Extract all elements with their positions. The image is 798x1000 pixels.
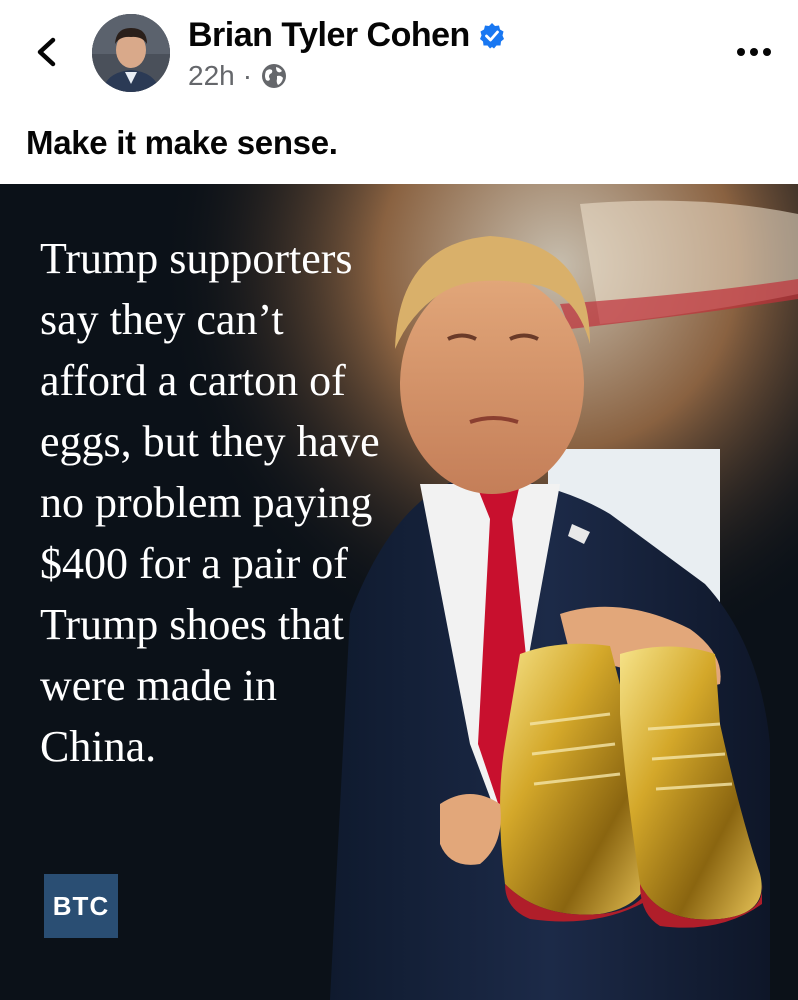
post-header: Brian Tyler Cohen 22h · <box>0 0 798 110</box>
post-meta: 22h · <box>188 60 288 92</box>
post-timestamp[interactable]: 22h <box>188 60 235 92</box>
more-options-button[interactable] <box>732 34 776 70</box>
avatar[interactable] <box>92 14 170 92</box>
verified-badge-icon <box>479 22 504 48</box>
author-name[interactable]: Brian Tyler Cohen <box>188 16 470 55</box>
more-horizontal-icon <box>737 48 771 56</box>
author-row: Brian Tyler Cohen <box>188 16 506 55</box>
btc-logo: BTC <box>44 874 118 938</box>
image-overlay-text: Trump supporters say they can’t afford a… <box>40 234 380 771</box>
meta-separator: · <box>242 60 253 91</box>
post-image[interactable]: Trump supporters say they can’t afford a… <box>0 184 798 1000</box>
post-caption: Make it make sense. <box>26 124 338 161</box>
back-button[interactable] <box>28 34 64 70</box>
avatar-photo <box>92 14 170 92</box>
chevron-left-icon <box>37 37 56 67</box>
globe-icon[interactable] <box>260 62 288 90</box>
